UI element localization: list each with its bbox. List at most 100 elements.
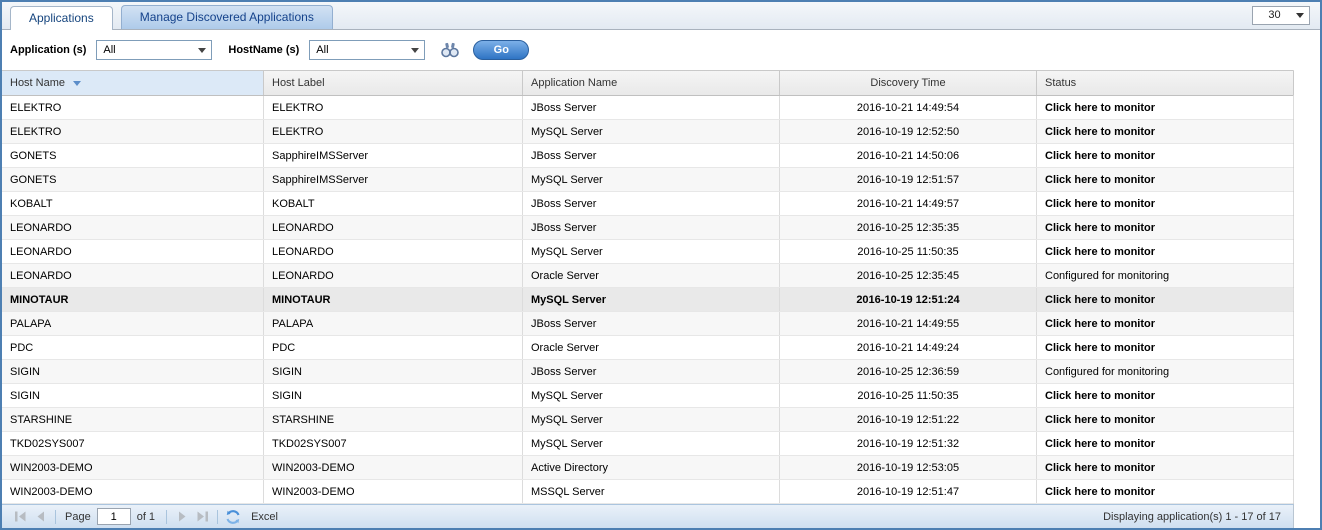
table-row[interactable]: LEONARDO LEONARDO MySQL Server 2016-10-2… — [2, 240, 1294, 264]
discovery-time-cell: 2016-10-19 12:51:24 — [780, 288, 1037, 311]
table-row[interactable]: TKD02SYS007 TKD02SYS007 MySQL Server 201… — [2, 432, 1294, 456]
column-header-host-label[interactable]: Host Label — [264, 71, 523, 95]
tab-applications[interactable]: Applications — [10, 6, 113, 30]
table-row[interactable]: SIGIN SIGIN MySQL Server 2016-10-25 11:5… — [2, 384, 1294, 408]
status-cell[interactable]: Click here to monitor — [1037, 384, 1294, 407]
host-label-cell: STARSHINE — [264, 408, 523, 431]
host-name-cell: GONETS — [2, 144, 264, 167]
last-page-icon[interactable] — [192, 508, 212, 526]
next-page-icon[interactable] — [172, 508, 192, 526]
sort-desc-icon — [73, 80, 82, 86]
status-cell[interactable]: Click here to monitor — [1037, 192, 1294, 215]
application-name-cell: Active Directory — [523, 456, 780, 479]
hostname-filter-select[interactable]: All — [309, 40, 426, 60]
status-cell[interactable]: Click here to monitor — [1037, 168, 1294, 191]
status-cell[interactable]: Click here to monitor — [1037, 480, 1294, 503]
application-name-cell: MySQL Server — [523, 288, 780, 311]
table-row[interactable]: GONETS SapphireIMSServer MySQL Server 20… — [2, 168, 1294, 192]
host-label-cell: SapphireIMSServer — [264, 168, 523, 191]
application-name-cell: MySQL Server — [523, 384, 780, 407]
host-label-cell: TKD02SYS007 — [264, 432, 523, 455]
host-name-cell: SIGIN — [2, 360, 264, 383]
application-filter-value: All — [103, 44, 116, 56]
column-header-status[interactable]: Status — [1037, 71, 1294, 95]
table-row[interactable]: MINOTAUR MINOTAUR MySQL Server 2016-10-1… — [2, 288, 1294, 312]
page-input[interactable] — [96, 508, 131, 525]
discovery-time-cell: 2016-10-19 12:53:05 — [780, 456, 1037, 479]
host-name-cell: LEONARDO — [2, 240, 264, 263]
host-name-cell: GONETS — [2, 168, 264, 191]
application-name-cell: JBoss Server — [523, 96, 780, 119]
excel-export-link[interactable]: Excel — [251, 511, 278, 523]
host-name-cell: LEONARDO — [2, 216, 264, 239]
displaying-count-text: Displaying application(s) 1 - 17 of 17 — [1103, 510, 1281, 523]
tab-applications-label: Applications — [29, 11, 94, 25]
application-name-cell: MySQL Server — [523, 240, 780, 263]
footer-divider — [55, 509, 56, 524]
status-cell[interactable]: Click here to monitor — [1037, 456, 1294, 479]
table-row[interactable]: LEONARDO LEONARDO JBoss Server 2016-10-2… — [2, 216, 1294, 240]
status-cell[interactable]: Click here to monitor — [1037, 120, 1294, 143]
table-row[interactable]: KOBALT KOBALT JBoss Server 2016-10-21 14… — [2, 192, 1294, 216]
discovery-time-cell: 2016-10-19 12:51:47 — [780, 480, 1037, 503]
refresh-icon[interactable] — [223, 508, 243, 526]
status-cell[interactable]: Click here to monitor — [1037, 216, 1294, 239]
tab-bar: Applications Manage Discovered Applicati… — [2, 2, 1320, 30]
discovery-time-cell: 2016-10-19 12:51:32 — [780, 432, 1037, 455]
table-row[interactable]: GONETS SapphireIMSServer JBoss Server 20… — [2, 144, 1294, 168]
discovered-applications-table: Host Name Host Label Application Name Di… — [2, 70, 1294, 504]
status-cell: Configured for monitoring — [1037, 360, 1294, 383]
binoculars-icon[interactable] — [441, 42, 460, 58]
table-body: ELEKTRO ELEKTRO JBoss Server 2016-10-21 … — [2, 96, 1294, 504]
table-row[interactable]: PALAPA PALAPA JBoss Server 2016-10-21 14… — [2, 312, 1294, 336]
application-filter-select[interactable]: All — [96, 40, 213, 60]
table-row[interactable]: PDC PDC Oracle Server 2016-10-21 14:49:2… — [2, 336, 1294, 360]
column-header-discovery-time[interactable]: Discovery Time — [780, 71, 1037, 95]
application-name-cell: JBoss Server — [523, 192, 780, 215]
status-cell[interactable]: Click here to monitor — [1037, 144, 1294, 167]
column-header-discovery-time-label: Discovery Time — [870, 77, 946, 89]
prev-page-icon[interactable] — [30, 508, 50, 526]
application-filter-label: Application (s) — [10, 44, 87, 56]
application-name-cell: MySQL Server — [523, 120, 780, 143]
column-header-application-name[interactable]: Application Name — [523, 71, 780, 95]
discovery-time-cell: 2016-10-21 14:49:24 — [780, 336, 1037, 359]
table-row[interactable]: SIGIN SIGIN JBoss Server 2016-10-25 12:3… — [2, 360, 1294, 384]
host-name-cell: PDC — [2, 336, 264, 359]
tab-manage-discovered-applications[interactable]: Manage Discovered Applications — [120, 5, 333, 29]
table-row[interactable]: ELEKTRO ELEKTRO MySQL Server 2016-10-19 … — [2, 120, 1294, 144]
discovery-time-cell: 2016-10-21 14:49:55 — [780, 312, 1037, 335]
column-header-status-label: Status — [1045, 77, 1077, 89]
discovery-time-cell: 2016-10-19 12:51:22 — [780, 408, 1037, 431]
table-row[interactable]: WIN2003-DEMO WIN2003-DEMO Active Directo… — [2, 456, 1294, 480]
host-name-cell: SIGIN — [2, 384, 264, 407]
table-row[interactable]: STARSHINE STARSHINE MySQL Server 2016-10… — [2, 408, 1294, 432]
column-header-host-name[interactable]: Host Name — [2, 71, 264, 95]
discovery-time-cell: 2016-10-25 12:36:59 — [780, 360, 1037, 383]
host-label-cell: WIN2003-DEMO — [264, 456, 523, 479]
host-name-cell: PALAPA — [2, 312, 264, 335]
host-name-cell: WIN2003-DEMO — [2, 480, 264, 503]
first-page-icon[interactable] — [10, 508, 30, 526]
status-cell[interactable]: Click here to monitor — [1037, 336, 1294, 359]
host-label-cell: PALAPA — [264, 312, 523, 335]
status-cell[interactable]: Click here to monitor — [1037, 432, 1294, 455]
host-name-cell: LEONARDO — [2, 264, 264, 287]
page-size-select[interactable]: 30 — [1252, 5, 1310, 25]
discovery-time-cell: 2016-10-19 12:51:57 — [780, 168, 1037, 191]
table-row[interactable]: ELEKTRO ELEKTRO JBoss Server 2016-10-21 … — [2, 96, 1294, 120]
status-cell[interactable]: Click here to monitor — [1037, 240, 1294, 263]
host-name-cell: ELEKTRO — [2, 96, 264, 119]
status-cell[interactable]: Click here to monitor — [1037, 408, 1294, 431]
table-row[interactable]: LEONARDO LEONARDO Oracle Server 2016-10-… — [2, 264, 1294, 288]
discovery-time-cell: 2016-10-21 14:50:06 — [780, 144, 1037, 167]
status-cell[interactable]: Click here to monitor — [1037, 96, 1294, 119]
table-row[interactable]: WIN2003-DEMO WIN2003-DEMO MSSQL Server 2… — [2, 480, 1294, 504]
application-name-cell: MySQL Server — [523, 168, 780, 191]
table-header-row: Host Name Host Label Application Name Di… — [2, 70, 1294, 96]
status-cell[interactable]: Click here to monitor — [1037, 312, 1294, 335]
go-button[interactable]: Go — [473, 40, 530, 60]
discovery-time-cell: 2016-10-25 11:50:35 — [780, 384, 1037, 407]
chevron-down-icon — [198, 47, 207, 53]
status-cell[interactable]: Click here to monitor — [1037, 288, 1294, 311]
